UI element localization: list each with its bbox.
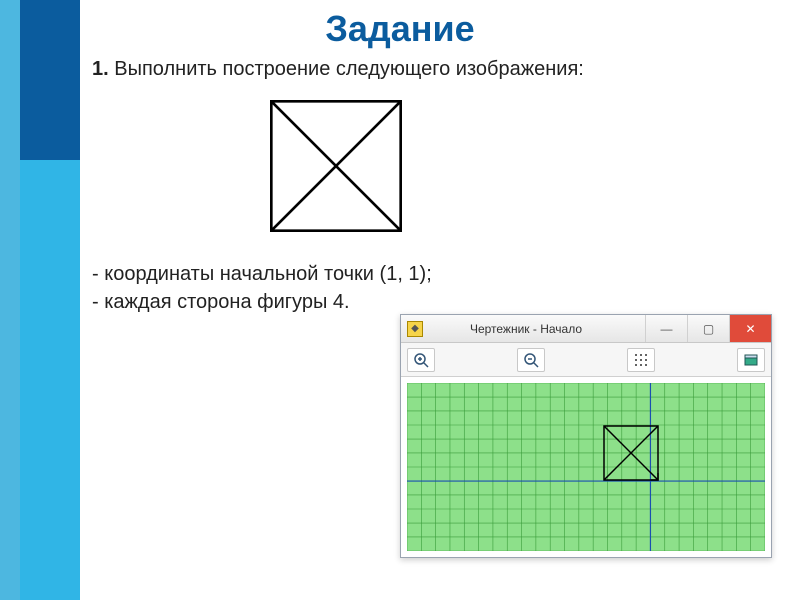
canvas-area[interactable] (401, 377, 771, 557)
close-button[interactable]: ✕ (729, 315, 771, 342)
grid-toggle-button[interactable] (627, 348, 655, 372)
zoom-out-icon (523, 352, 539, 368)
square-diagonals-icon (270, 100, 402, 232)
grid-svg (407, 383, 765, 551)
accent-strip-inner (20, 160, 80, 600)
window-buttons: — ▢ ✕ (645, 315, 771, 342)
window-title: Чертежник - Начало (407, 322, 645, 336)
window-icon (743, 352, 759, 368)
task-text: Выполнить построение следующего изображе… (114, 58, 584, 80)
example-figure (270, 100, 402, 232)
bullet-start-point: - координаты начальной точки (1, 1); (92, 260, 432, 288)
app-window: ◆ Чертежник - Начало — ▢ ✕ (400, 314, 772, 558)
home-view-button[interactable] (737, 348, 765, 372)
task-number: 1. (92, 58, 109, 80)
zoom-out-button[interactable] (517, 348, 545, 372)
toolbar (401, 343, 771, 377)
drawn-square-icon (603, 425, 659, 481)
bullet-side-length: - каждая сторона фигуры 4. (92, 288, 432, 316)
accent-strip-outer (0, 0, 20, 600)
task-details: - координаты начальной точки (1, 1); - к… (92, 260, 432, 316)
title-bar: ◆ Чертежник - Начало — ▢ ✕ (401, 315, 771, 343)
zoom-in-button[interactable] (407, 348, 435, 372)
maximize-button[interactable]: ▢ (687, 315, 729, 342)
grid-icon (633, 352, 649, 368)
page-title: Задание (0, 8, 800, 50)
drawing-canvas[interactable] (407, 383, 765, 551)
drawn-figure (603, 425, 659, 481)
slide: Задание 1. Выполнить построение следующе… (0, 0, 800, 600)
minimize-button[interactable]: — (645, 315, 687, 342)
task-line: 1. Выполнить построение следующего изобр… (92, 58, 782, 81)
zoom-in-icon (413, 352, 429, 368)
